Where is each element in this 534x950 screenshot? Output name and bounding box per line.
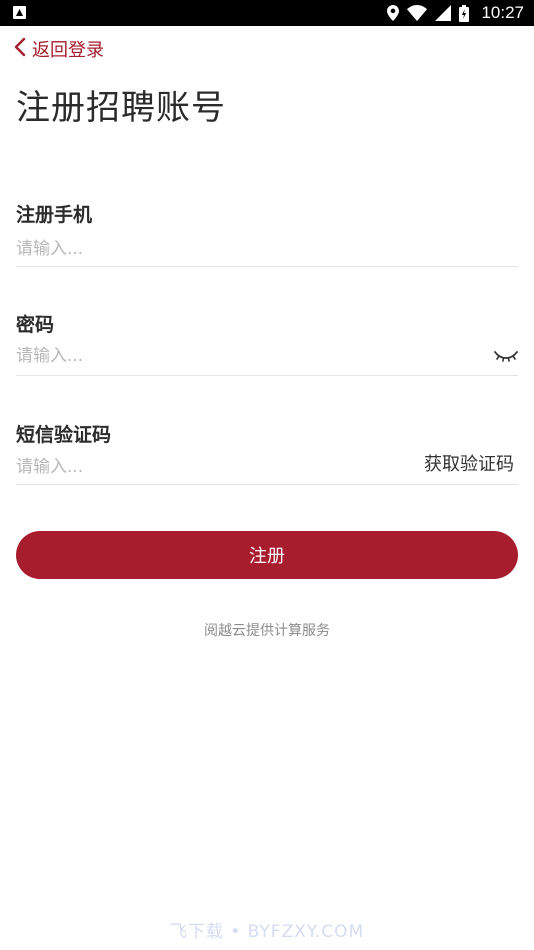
password-input[interactable] [16, 344, 396, 368]
password-label: 密码 [16, 314, 55, 336]
register-button[interactable]: 注册 [16, 531, 518, 579]
wifi-icon [407, 5, 428, 21]
back-to-login-label: 返回登录 [32, 40, 104, 61]
back-to-login-link[interactable]: 返回登录 [14, 36, 104, 62]
phone-field-group: 注册手机 [16, 200, 518, 267]
sms-code-label: 短信验证码 [16, 424, 112, 446]
sms-code-field-group: 短信验证码 获取验证码 [16, 420, 518, 485]
status-time: 10:27 [481, 3, 524, 22]
phone-input[interactable] [16, 237, 396, 261]
battery-icon [459, 4, 470, 22]
status-icons: 10:27 [387, 0, 524, 26]
password-field-group: 密码 [16, 310, 518, 376]
get-code-button[interactable]: 获取验证码 [424, 450, 514, 476]
sms-code-input[interactable] [16, 455, 396, 479]
page-title: 注册招聘账号 [16, 88, 226, 128]
watermark: 飞下载 • BYFZXY.COM [169, 922, 365, 942]
location-icon [387, 5, 400, 21]
app-notification-icon [13, 6, 26, 19]
eye-closed-icon[interactable] [494, 347, 518, 363]
footer-note: 阅越云提供计算服务 [204, 623, 330, 639]
chevron-left-icon [14, 37, 26, 61]
signal-icon [435, 5, 452, 21]
status-bar: 10:27 [0, 0, 534, 26]
phone-label: 注册手机 [16, 204, 93, 226]
